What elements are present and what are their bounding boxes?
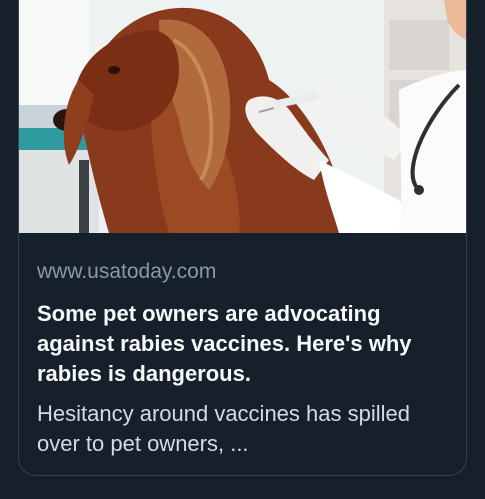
article-description: Hesitancy around vaccines has spilled ov… xyxy=(37,401,410,456)
link-preview-card[interactable]: www.usatoday.com Some pet owners are adv… xyxy=(18,0,467,476)
page: www.usatoday.com Some pet owners are adv… xyxy=(0,0,485,499)
article-headline[interactable]: Some pet owners are advocating against r… xyxy=(37,299,448,389)
dog-vaccine-photo xyxy=(19,0,466,233)
article-thumbnail[interactable] xyxy=(19,0,466,233)
card-text-area: www.usatoday.com Some pet owners are adv… xyxy=(19,233,466,459)
source-domain: www.usatoday.com xyxy=(37,260,217,283)
